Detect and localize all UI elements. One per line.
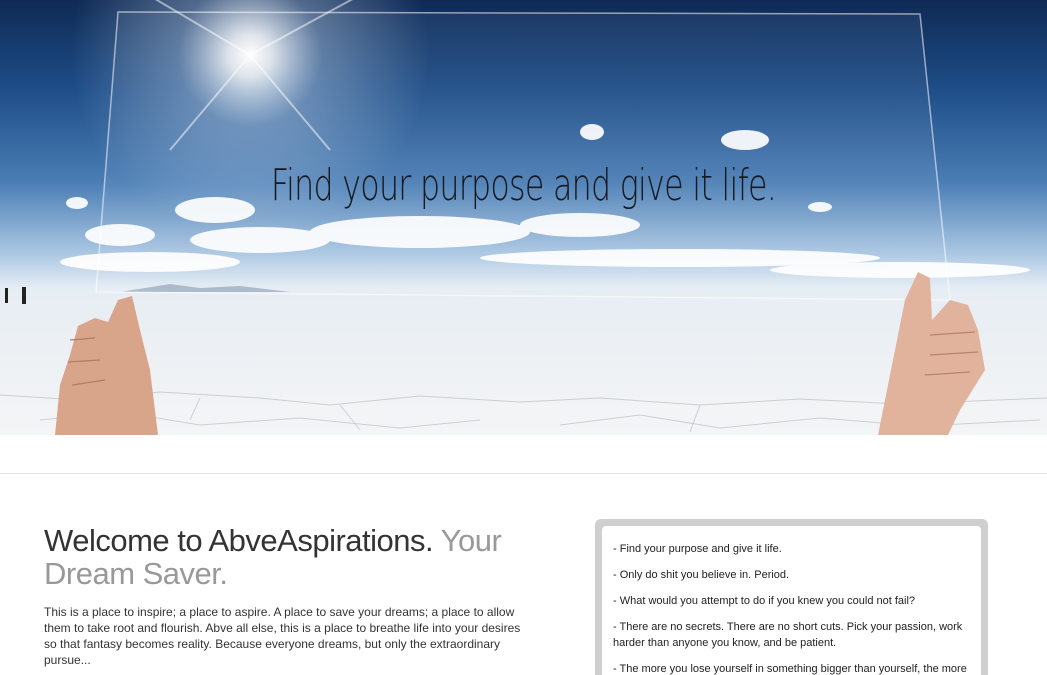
welcome-body: This is a place to inspire; a place to a… [44,605,521,667]
quote-item: - Find your purpose and give it life. [613,543,782,555]
welcome-title-main: Welcome to AbveAspirations. [44,523,434,558]
quotes-panel: - Find your purpose and give it life. - … [595,519,988,675]
welcome-title: Welcome to AbveAspirations. Your Dream S… [44,524,524,590]
quote-item: - What would you attempt to do if you kn… [613,595,916,607]
quote-item: - Only do shit you believe in. Period. [613,569,790,581]
quotes-list[interactable]: - Find your purpose and give it life. - … [602,526,981,675]
page: Find your purpose and give it life. Welc… [0,0,1047,675]
quote-item: - There are no secrets. There are no sho… [613,621,963,649]
quote-item: - The more you lose yourself in somethin… [613,663,967,675]
welcome-section: Welcome to AbveAspirations. Your Dream S… [44,524,524,668]
hero-banner: Find your purpose and give it life. [0,0,1047,435]
section-divider [0,473,1047,474]
hero-headline: Find your purpose and give it life. [270,160,777,211]
hero-photo [0,0,1047,435]
